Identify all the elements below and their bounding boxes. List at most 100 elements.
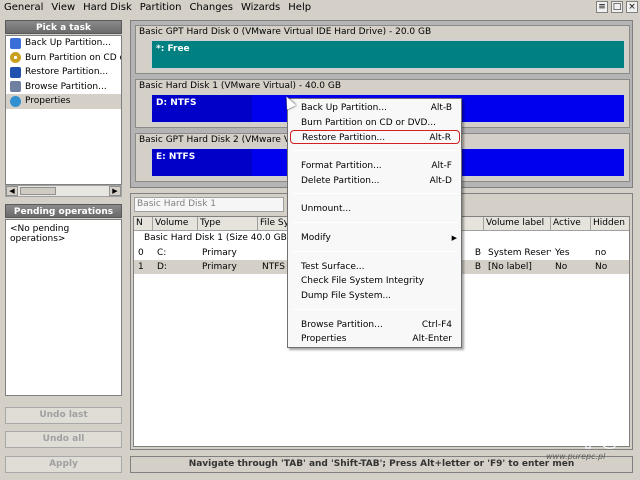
cell-n: 0 bbox=[138, 248, 144, 258]
menu-item-label: Back Up Partition... bbox=[301, 103, 387, 113]
task-restore[interactable]: Restore Partition... bbox=[6, 65, 121, 80]
browse-icon bbox=[10, 81, 21, 93]
shortcut-label: Alt-Enter bbox=[412, 334, 452, 344]
task-backup[interactable]: Back Up Partition... bbox=[6, 36, 121, 51]
col-volume[interactable]: Volume bbox=[153, 217, 198, 230]
restore-icon bbox=[10, 66, 21, 78]
cell-hidden: no bbox=[595, 248, 607, 258]
menu-item-label: Test Surface... bbox=[301, 262, 365, 272]
undo-last-button[interactable]: Undo last bbox=[5, 407, 122, 424]
menu-item-label: Restore Partition... bbox=[302, 133, 386, 143]
menu-item-delete[interactable]: Delete Partition... Alt-D bbox=[290, 174, 460, 188]
watermark-url: www.purepc.pl bbox=[546, 452, 606, 461]
col-n[interactable]: N bbox=[134, 217, 153, 230]
shortcut-label: Alt-F bbox=[431, 161, 452, 171]
task-list: Back Up Partition... Burn Partition on C… bbox=[5, 35, 122, 185]
menu-item-label: Unmount... bbox=[301, 204, 352, 214]
cell-type: Primary bbox=[202, 248, 237, 258]
col-hidden[interactable]: Hidden bbox=[591, 217, 629, 230]
menu-general[interactable]: General bbox=[0, 0, 47, 15]
menu-item-label: Browse Partition... bbox=[301, 320, 383, 330]
cell-volume: D: bbox=[157, 262, 167, 272]
disk-combo[interactable]: Basic Hard Disk 1 bbox=[134, 197, 284, 212]
cell-active: Yes bbox=[555, 248, 570, 258]
partition-free[interactable]: *: Free bbox=[150, 39, 626, 70]
partition-label: *: Free bbox=[156, 44, 190, 54]
disk-label: Basic Hard Disk 1 (VMware Virtual) - 40.… bbox=[139, 81, 342, 91]
cell-active: No bbox=[555, 262, 568, 272]
menu-view[interactable]: View bbox=[47, 0, 79, 15]
menu-item-restore[interactable]: Restore Partition... Alt-R bbox=[290, 130, 460, 144]
menu-wizards[interactable]: Wizards bbox=[237, 0, 284, 15]
cell-label: [No label] bbox=[488, 262, 532, 272]
task-burn[interactable]: Burn Partition on CD o bbox=[6, 51, 121, 66]
menu-item-burn[interactable]: Burn Partition on CD or DVD... bbox=[290, 116, 460, 130]
menu-item-unmount[interactable]: Unmount... bbox=[290, 202, 460, 216]
col-active[interactable]: Active bbox=[551, 217, 591, 230]
menu-partition[interactable]: Partition bbox=[136, 0, 186, 15]
pick-task-header: Pick a task bbox=[5, 20, 122, 34]
cell-label: System Reserv bbox=[488, 248, 551, 258]
menu-separator bbox=[292, 193, 458, 194]
scroll-left-icon[interactable]: ◀ bbox=[6, 186, 18, 196]
menu-item-label: Delete Partition... bbox=[301, 176, 380, 186]
menu-item-label: Modify bbox=[301, 233, 331, 243]
apply-button[interactable]: Apply bbox=[5, 456, 122, 473]
menu-item-browse[interactable]: Browse Partition... Ctrl-F4 bbox=[290, 318, 460, 332]
menu-item-check-fs[interactable]: Check File System Integrity bbox=[290, 274, 460, 288]
pending-header: Pending operations bbox=[5, 204, 122, 218]
pending-list: <No pending operations> bbox=[5, 219, 122, 396]
cell-type: Primary bbox=[202, 262, 237, 272]
maximize-icon[interactable]: □ bbox=[611, 1, 623, 13]
shortcut-label: Alt-D bbox=[429, 176, 452, 186]
task-label: Burn Partition on CD o bbox=[25, 52, 122, 63]
menu-separator bbox=[292, 251, 458, 252]
menu-icon[interactable]: ≡ bbox=[596, 1, 608, 13]
menu-separator bbox=[292, 150, 458, 151]
disk-label: Basic GPT Hard Disk 0 (VMware Virtual ID… bbox=[139, 27, 432, 37]
pending-empty-text: <No pending operations> bbox=[10, 224, 70, 244]
cell-hidden: No bbox=[595, 262, 608, 272]
menu-help[interactable]: Help bbox=[284, 0, 315, 15]
undo-all-button[interactable]: Undo all bbox=[5, 431, 122, 448]
menu-item-test-surface[interactable]: Test Surface... bbox=[290, 260, 460, 274]
scroll-thumb[interactable] bbox=[20, 187, 56, 195]
menubar: General View Hard Disk Partition Changes… bbox=[0, 0, 640, 15]
col-volume-label[interactable]: Volume label bbox=[484, 217, 551, 230]
backup-icon bbox=[10, 37, 21, 49]
scroll-right-icon[interactable]: ▶ bbox=[109, 186, 121, 196]
menu-item-dump-fs[interactable]: Dump File System... bbox=[290, 289, 460, 303]
menu-hard-disk[interactable]: Hard Disk bbox=[79, 0, 136, 15]
menu-item-label: Format Partition... bbox=[301, 161, 382, 171]
task-label: Properties bbox=[25, 96, 71, 107]
menu-item-format[interactable]: Format Partition... Alt-F bbox=[290, 159, 460, 173]
submenu-arrow-icon: ▶ bbox=[451, 234, 457, 242]
task-browse[interactable]: Browse Partition... bbox=[6, 80, 121, 95]
menu-item-label: Check File System Integrity bbox=[301, 276, 425, 286]
task-properties[interactable]: Properties bbox=[6, 94, 121, 109]
menu-item-backup[interactable]: Back Up Partition... Alt-B bbox=[290, 101, 460, 115]
properties-icon bbox=[10, 95, 21, 107]
menu-changes[interactable]: Changes bbox=[185, 0, 237, 15]
task-label: Browse Partition... bbox=[25, 81, 107, 92]
col-type[interactable]: Type bbox=[198, 217, 258, 230]
shortcut-label: Ctrl-F4 bbox=[421, 320, 452, 330]
cell-volume: C: bbox=[157, 248, 167, 258]
menu-item-label: Burn Partition on CD or DVD... bbox=[301, 118, 437, 128]
menu-item-label: Dump File System... bbox=[301, 291, 392, 301]
burn-cd-icon bbox=[10, 52, 21, 64]
cell-n: 1 bbox=[138, 262, 144, 272]
close-icon[interactable]: × bbox=[626, 1, 638, 13]
context-menu: Back Up Partition... Alt-B Burn Partition… bbox=[287, 98, 462, 348]
partition-label: E: NTFS bbox=[156, 152, 196, 162]
partition-label: D: NTFS bbox=[156, 98, 197, 108]
shortcut-label: Alt-R bbox=[429, 133, 451, 143]
svg-text:PURE: PURE bbox=[578, 414, 611, 427]
disk-0[interactable]: Basic GPT Hard Disk 0 (VMware Virtual ID… bbox=[135, 25, 630, 74]
menu-item-properties[interactable]: Properties Alt-Enter bbox=[290, 332, 460, 346]
svg-text:PC: PC bbox=[584, 429, 616, 454]
menu-item-modify[interactable]: Modify ▶ bbox=[290, 231, 460, 245]
window-controls: ≡ □ × bbox=[596, 1, 638, 13]
task-scrollbar[interactable]: ◀ ▶ bbox=[5, 185, 122, 197]
task-label: Back Up Partition... bbox=[25, 38, 111, 49]
